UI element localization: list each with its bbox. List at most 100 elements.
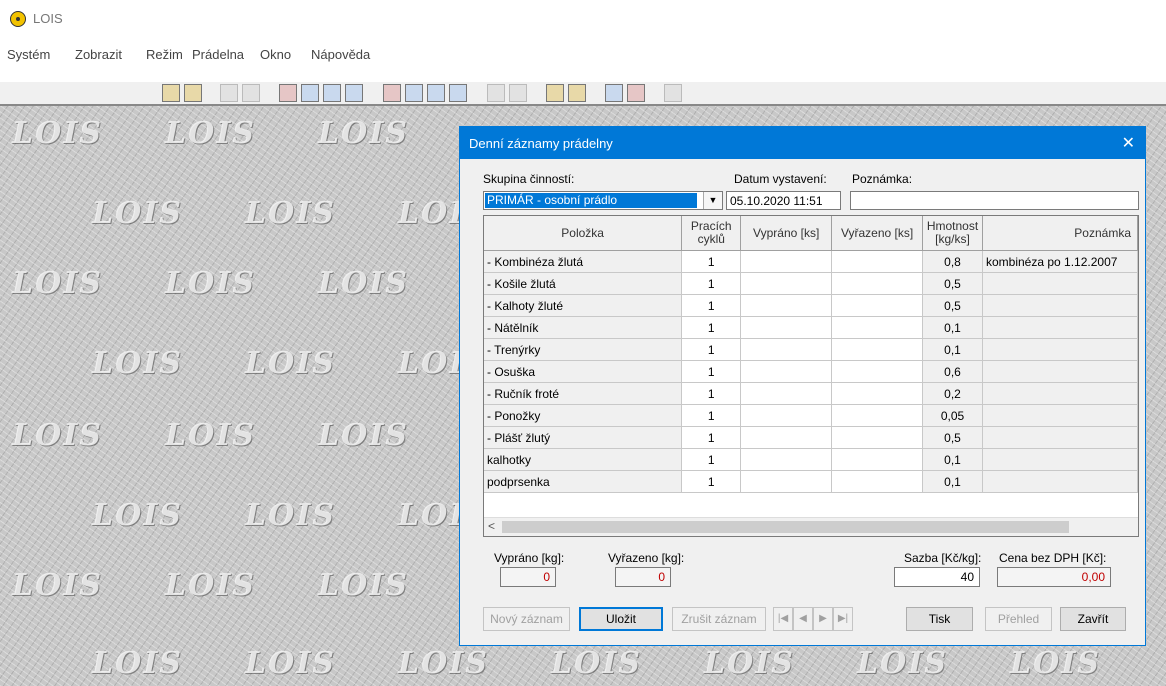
cycles-cell[interactable]: 1 [681, 360, 742, 383]
discarded-cell[interactable] [831, 360, 924, 383]
dialog-title-bar[interactable]: Denní záznamy prádelny ✕ [460, 127, 1145, 159]
activity-group-select[interactable]: PRIMÁR - osobní prádlo ▼ [483, 191, 723, 210]
table-row[interactable]: - Kalhoty žluté 1 0,5 [484, 294, 1138, 317]
discarded-cell[interactable] [831, 470, 924, 493]
overview-button[interactable]: Přehled [985, 607, 1052, 631]
discarded-cell[interactable] [831, 250, 924, 273]
column-header-item[interactable]: Položka [484, 216, 683, 251]
washed-cell[interactable] [740, 382, 833, 405]
cycles-cell[interactable]: 1 [681, 250, 742, 273]
cycles-cell[interactable]: 1 [681, 404, 742, 427]
column-header-note[interactable]: Poznámka [982, 216, 1138, 251]
cycles-cell[interactable]: 1 [681, 294, 742, 317]
column-header-weight[interactable]: Hmotnost [kg/ks] [922, 216, 983, 251]
washed-cell[interactable] [740, 448, 833, 471]
menu-view[interactable]: Zobrazit [75, 47, 122, 62]
radiation-icon [10, 11, 26, 27]
new-record-button[interactable]: Nový záznam [483, 607, 570, 631]
next-record-icon[interactable]: ▶ [813, 607, 833, 631]
windows-icon[interactable] [427, 84, 445, 102]
item-cell: - Kalhoty žluté [484, 294, 683, 317]
window-p-icon[interactable] [323, 84, 341, 102]
discarded-cell[interactable] [831, 426, 924, 449]
discarded-cell[interactable] [831, 338, 924, 361]
card-icon[interactable] [627, 84, 645, 102]
discarded-cell[interactable] [831, 272, 924, 295]
person-icon[interactable] [568, 84, 586, 102]
table-row[interactable]: - Ponožky 1 0,05 [484, 404, 1138, 427]
last-record-icon[interactable]: ▶| [833, 607, 853, 631]
menu-help[interactable]: Nápověda [311, 47, 370, 62]
cycles-cell[interactable]: 1 [681, 338, 742, 361]
cycles-cell[interactable]: 1 [681, 448, 742, 471]
menu-mode[interactable]: Režim [146, 47, 183, 62]
table-row[interactable]: kalhotky 1 0,1 [484, 448, 1138, 471]
note-cell [982, 426, 1138, 449]
horizontal-scrollbar[interactable]: < [484, 517, 1138, 536]
weight-cell: 0,6 [922, 360, 983, 383]
washed-cell[interactable] [740, 426, 833, 449]
menu-laundry[interactable]: Prádelna [192, 47, 244, 62]
cycles-cell[interactable]: 1 [681, 426, 742, 449]
column-header-discarded[interactable]: Vyřazeno [ks] [831, 216, 924, 251]
table-row[interactable]: - Plášť žlutý 1 0,5 [484, 426, 1138, 449]
tree-p-alt-icon[interactable] [301, 84, 319, 102]
chevron-down-icon[interactable]: ▼ [703, 192, 722, 209]
table-row[interactable]: - Trenýrky 1 0,1 [484, 338, 1138, 361]
records-grid[interactable]: Položka Pracích cyklů Vypráno [ks] Vyřaz… [483, 215, 1139, 537]
report-p-icon[interactable] [345, 84, 363, 102]
discarded-cell[interactable] [831, 404, 924, 427]
washed-cell[interactable] [740, 338, 833, 361]
washed-cell[interactable] [740, 404, 833, 427]
close-button[interactable]: Zavřít [1060, 607, 1126, 631]
cycles-cell[interactable]: 1 [681, 272, 742, 295]
washed-cell[interactable] [740, 250, 833, 273]
table-row[interactable]: - Nátělník 1 0,1 [484, 316, 1138, 339]
date-field[interactable]: 05.10.2020 11:51 [726, 191, 841, 210]
tree-icon[interactable] [383, 84, 401, 102]
tree-p-icon[interactable] [279, 84, 297, 102]
user-icon[interactable] [546, 84, 564, 102]
edit-record-icon[interactable] [162, 84, 180, 102]
note-cell [982, 294, 1138, 317]
scrollbar-thumb[interactable] [502, 521, 1069, 533]
menu-system[interactable]: Systém [7, 47, 50, 62]
table-row[interactable]: - Kombinéza žlutá 1 0,8 kombinéza po 1.1… [484, 250, 1138, 273]
item-cell: - Kombinéza žlutá [484, 250, 683, 273]
note-field[interactable] [850, 191, 1139, 210]
preview-icon[interactable] [449, 84, 467, 102]
prev-record-icon[interactable]: ◀ [793, 607, 813, 631]
tree-alt-icon[interactable] [405, 84, 423, 102]
column-header-washed[interactable]: Vypráno [ks] [740, 216, 833, 251]
rate-field[interactable]: 40 [894, 567, 980, 587]
washed-cell[interactable] [740, 294, 833, 317]
discarded-cell[interactable] [831, 382, 924, 405]
column-header-cycles[interactable]: Pracích cyklů [681, 216, 742, 251]
save-button[interactable]: Uložit [579, 607, 663, 631]
table-row[interactable]: podprsenka 1 0,1 [484, 470, 1138, 493]
cancel-record-button[interactable]: Zrušit záznam [672, 607, 766, 631]
discarded-cell[interactable] [831, 294, 924, 317]
cycles-cell[interactable]: 1 [681, 382, 742, 405]
washed-cell[interactable] [740, 360, 833, 383]
close-icon[interactable]: ✕ [1122, 133, 1135, 153]
book-icon[interactable] [605, 84, 623, 102]
discarded-cell[interactable] [831, 448, 924, 471]
scroll-left-icon[interactable]: < [488, 519, 495, 533]
menu-window[interactable]: Okno [260, 47, 291, 62]
print-button[interactable]: Tisk [906, 607, 973, 631]
cycles-cell[interactable]: 1 [681, 470, 742, 493]
washed-cell[interactable] [740, 272, 833, 295]
cycles-cell[interactable]: 1 [681, 316, 742, 339]
table-row[interactable]: - Osuška 1 0,6 [484, 360, 1138, 383]
table-row[interactable]: - Košile žlutá 1 0,5 [484, 272, 1138, 295]
price-value: 0,00 [997, 567, 1111, 587]
table-row[interactable]: - Ručník froté 1 0,2 [484, 382, 1138, 405]
grid-disabled-icon [664, 84, 682, 102]
first-record-icon[interactable]: |◀ [773, 607, 793, 631]
washed-cell[interactable] [740, 470, 833, 493]
discarded-cell[interactable] [831, 316, 924, 339]
copy-icon[interactable] [184, 84, 202, 102]
watermark: LOIS [551, 646, 642, 681]
washed-cell[interactable] [740, 316, 833, 339]
